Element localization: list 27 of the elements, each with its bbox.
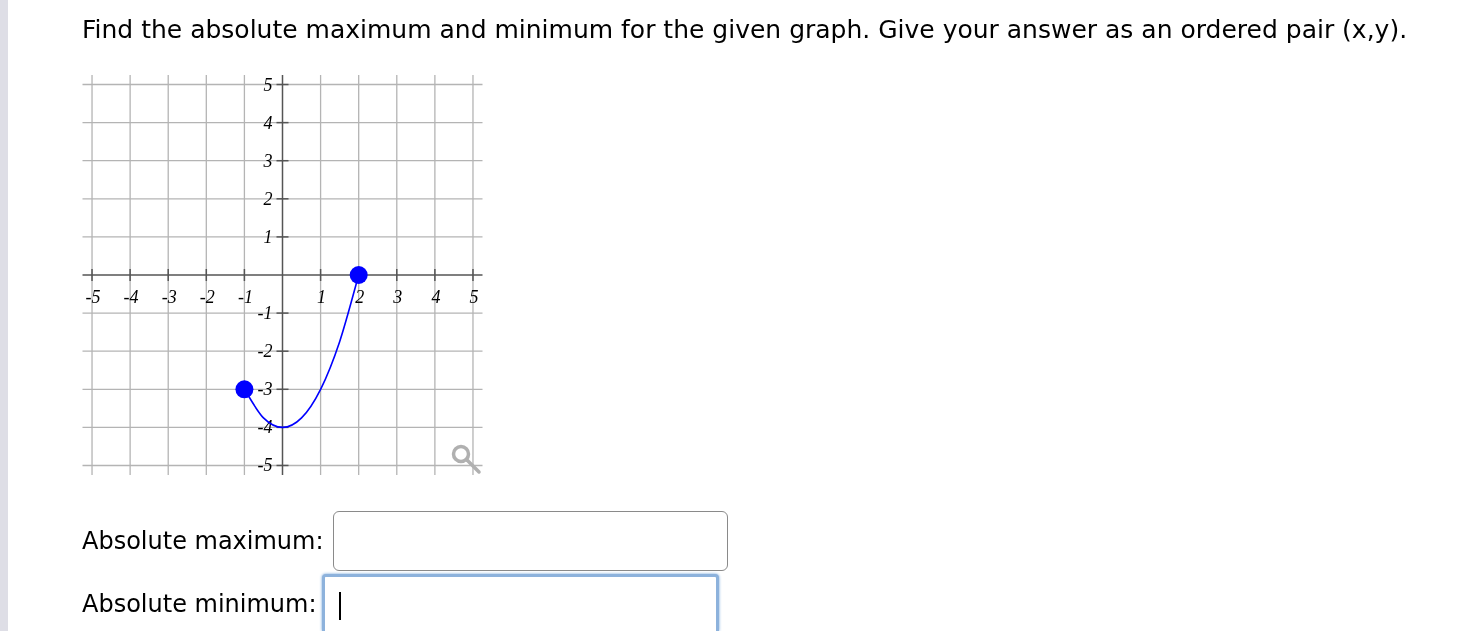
tick-label: -4 <box>123 287 139 307</box>
magnifier-icon[interactable] <box>451 444 481 474</box>
tick-label: -1 <box>257 303 273 324</box>
tick-label: 5 <box>263 74 273 95</box>
answer-field[interactable] <box>321 574 719 631</box>
tick-label: 3 <box>393 287 403 307</box>
tick-label: -5 <box>85 287 101 307</box>
tick-label: 4 <box>431 287 441 307</box>
tick-label: -2 <box>257 341 273 362</box>
tick-label: 1 <box>263 226 273 247</box>
tick-label: -5 <box>257 455 273 476</box>
tick-label: 2 <box>355 287 365 307</box>
answer-label: Absolute minimum: <box>82 589 317 620</box>
tick-label: -3 <box>257 379 273 400</box>
answer-field[interactable] <box>332 511 728 571</box>
tick-label: 1 <box>317 287 327 307</box>
tick-label: 2 <box>263 188 273 209</box>
answer-label: Absolute maximum: <box>82 526 324 557</box>
tick-label: 5 <box>469 287 479 307</box>
text-cursor <box>338 591 341 620</box>
tick-label: -3 <box>161 287 177 307</box>
tick-label: -4 <box>257 417 273 438</box>
tick-label: 4 <box>263 112 273 133</box>
tick-label: -2 <box>199 287 215 307</box>
tick-label: -1 <box>237 287 253 307</box>
tick-label: 3 <box>263 150 273 171</box>
question-text: Find the absolute maximum and minimum for the given graph. Give your answer as an ordered pair (x,y). <box>82 14 1408 46</box>
